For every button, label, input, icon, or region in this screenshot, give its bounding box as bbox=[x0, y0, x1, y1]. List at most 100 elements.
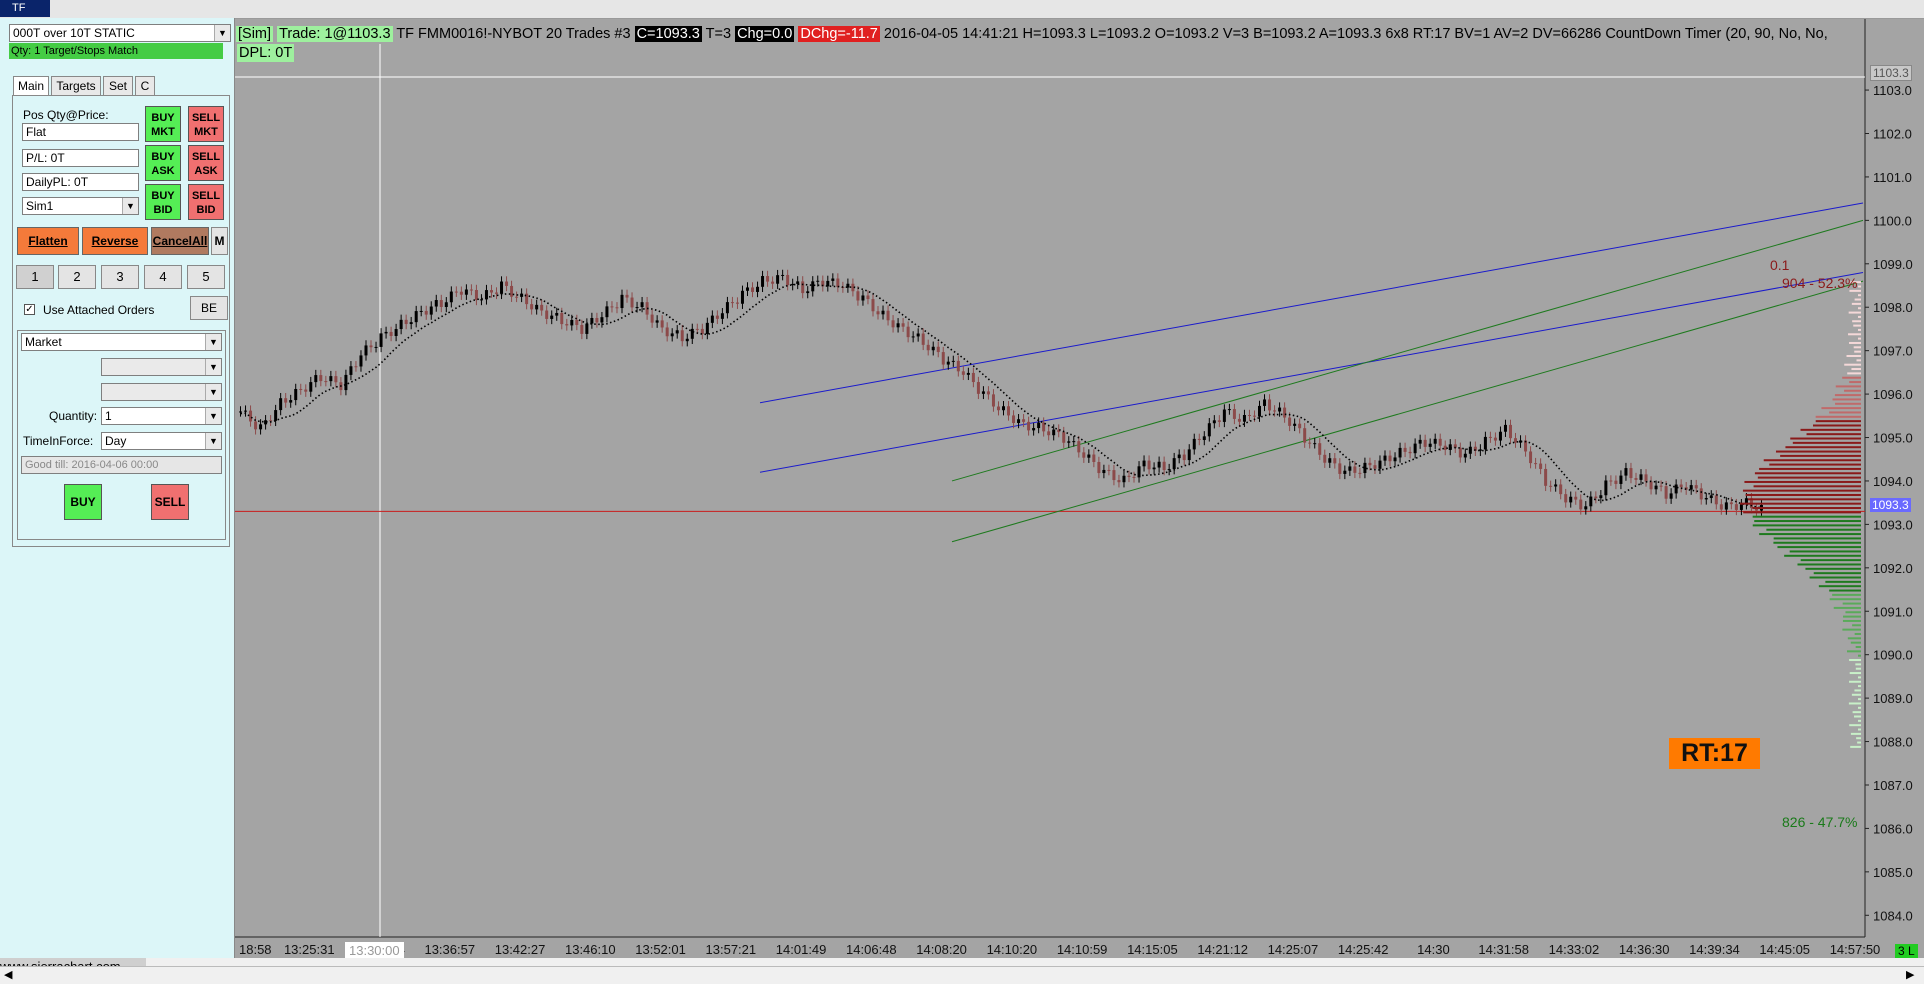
m-button[interactable]: M bbox=[211, 227, 228, 255]
reverse-button[interactable]: Reverse bbox=[82, 227, 148, 255]
candle-body bbox=[1162, 461, 1166, 471]
volume-profile-bar bbox=[1742, 489, 1861, 492]
use-attached-checkbox[interactable]: ✓ bbox=[24, 304, 35, 315]
candle-body bbox=[876, 311, 880, 315]
volume-profile-bar bbox=[1858, 706, 1861, 709]
volume-profile-bar bbox=[1852, 624, 1861, 627]
volume-profile-bar bbox=[1857, 741, 1861, 744]
price-chart[interactable]: 1103.0 1102.0 1101.0 1100.0 1099.0 1098.0 1097… bbox=[235, 19, 1924, 959]
qty-button-2[interactable]: 2 bbox=[58, 265, 96, 289]
candle-body bbox=[1669, 493, 1673, 499]
price2-field[interactable]: ▼ bbox=[101, 383, 222, 401]
qty-button-5[interactable]: 5 bbox=[187, 265, 225, 289]
cancel-all-button[interactable]: CancelAll bbox=[151, 227, 209, 255]
tab-set[interactable]: Set bbox=[103, 76, 133, 96]
candle-body bbox=[1112, 470, 1116, 481]
candle-body bbox=[725, 302, 729, 314]
candle-body bbox=[1493, 437, 1497, 441]
chevron-down-icon: ▼ bbox=[205, 433, 221, 449]
candle-body bbox=[1398, 447, 1402, 458]
horizontal-scrollbar[interactable]: ◀ ▶ bbox=[0, 966, 1924, 984]
flatten-button[interactable]: Flatten bbox=[17, 227, 79, 255]
price1-field[interactable]: ▼ bbox=[101, 358, 222, 376]
pos-qty-label: Pos Qty@Price: bbox=[23, 108, 109, 122]
tab-targets[interactable]: Targets bbox=[51, 76, 101, 96]
candle-body bbox=[254, 421, 258, 430]
account-select[interactable]: Sim1 ▼ bbox=[22, 197, 139, 215]
buy-bid-button[interactable]: BUY BID bbox=[145, 184, 181, 220]
price-tick-label: 1085.0 bbox=[1873, 865, 1913, 880]
candle-body bbox=[1358, 472, 1362, 474]
moving-average-line bbox=[240, 283, 1762, 509]
volume-profile-bar bbox=[1752, 507, 1861, 510]
good-till-field[interactable]: Good till: 2016-04-06 00:00 bbox=[21, 456, 222, 474]
volume-profile-bar bbox=[1849, 680, 1861, 683]
sell-button[interactable]: SELL bbox=[151, 484, 189, 520]
candle-body bbox=[1574, 496, 1578, 500]
candle-body bbox=[856, 291, 860, 301]
candle-body bbox=[735, 302, 739, 304]
quantity-select[interactable]: 1 ▼ bbox=[101, 407, 222, 425]
qty-button-4[interactable]: 4 bbox=[144, 265, 182, 289]
candle-body bbox=[966, 372, 970, 375]
candle-body bbox=[1418, 439, 1422, 444]
candle-body bbox=[630, 297, 634, 308]
candle-body bbox=[931, 346, 935, 351]
volume-profile-bar bbox=[1846, 355, 1861, 357]
candle-body bbox=[1012, 415, 1016, 424]
scroll-left-icon[interactable]: ◀ bbox=[4, 968, 12, 981]
candle-body bbox=[464, 289, 468, 295]
sell-market-button[interactable]: SELL MKT bbox=[188, 106, 224, 142]
sell-bid-button[interactable]: SELL BID bbox=[188, 184, 224, 220]
candle-body bbox=[1724, 502, 1728, 510]
tab-main[interactable]: Main bbox=[13, 76, 49, 96]
candle-body bbox=[304, 389, 308, 392]
candle-body bbox=[505, 281, 509, 286]
candle-body bbox=[1373, 465, 1377, 469]
volume-profile-bar bbox=[1858, 328, 1861, 331]
price-marker-top: 1103.3 bbox=[1870, 65, 1912, 81]
sell-bid-line1: SELL bbox=[191, 190, 221, 202]
candle-body bbox=[1047, 431, 1051, 436]
volume-profile-bar bbox=[1769, 463, 1861, 466]
volume-profile-bar bbox=[1858, 315, 1861, 318]
candle-body bbox=[1348, 466, 1352, 471]
candle-body bbox=[1423, 439, 1427, 447]
time-tick-label: 14:21:12 bbox=[1197, 942, 1248, 957]
sell-ask-button[interactable]: SELL ASK bbox=[188, 145, 224, 181]
volume-profile-bar bbox=[1844, 389, 1861, 392]
candle-body bbox=[1569, 496, 1573, 503]
candle-body bbox=[1122, 475, 1126, 483]
candle-body bbox=[1529, 451, 1533, 464]
candle-body bbox=[1032, 428, 1036, 431]
account-value: Sim1 bbox=[26, 199, 54, 213]
buy-market-button[interactable]: BUY MKT bbox=[145, 106, 181, 142]
time-tick-label: 14:33:02 bbox=[1549, 942, 1600, 957]
volume-profile-bar bbox=[1821, 407, 1861, 410]
buy-button[interactable]: BUY bbox=[64, 484, 102, 520]
be-button[interactable]: BE bbox=[190, 296, 228, 320]
candle-body bbox=[1403, 447, 1407, 452]
tif-select[interactable]: Day ▼ bbox=[101, 432, 222, 450]
buy-ask-button[interactable]: BUY ASK bbox=[145, 145, 181, 181]
candle-body bbox=[1508, 424, 1512, 439]
study-select[interactable]: 000T over 10T STATIC ▼ bbox=[9, 24, 231, 42]
tab-tf[interactable]: TF bbox=[0, 0, 50, 17]
tab-c[interactable]: C bbox=[135, 76, 155, 96]
scroll-right-icon[interactable]: ▶ bbox=[1906, 968, 1914, 981]
candle-body bbox=[279, 398, 283, 411]
volume-profile-bar bbox=[1843, 615, 1861, 618]
qty-button-3[interactable]: 3 bbox=[101, 265, 139, 289]
candle-body bbox=[1689, 485, 1693, 490]
volume-profile-bar bbox=[1849, 381, 1861, 384]
candle-body bbox=[921, 333, 925, 345]
candle-body bbox=[951, 360, 955, 362]
candle-body bbox=[319, 375, 323, 382]
qty-button-1[interactable]: 1 bbox=[16, 265, 54, 289]
candle-body bbox=[329, 376, 333, 382]
order-type-select[interactable]: Market ▼ bbox=[21, 333, 222, 351]
volume-profile-bar bbox=[1834, 394, 1861, 397]
candle-body bbox=[459, 291, 463, 295]
candle-body bbox=[665, 327, 669, 337]
volume-profile-bar bbox=[1777, 546, 1861, 549]
